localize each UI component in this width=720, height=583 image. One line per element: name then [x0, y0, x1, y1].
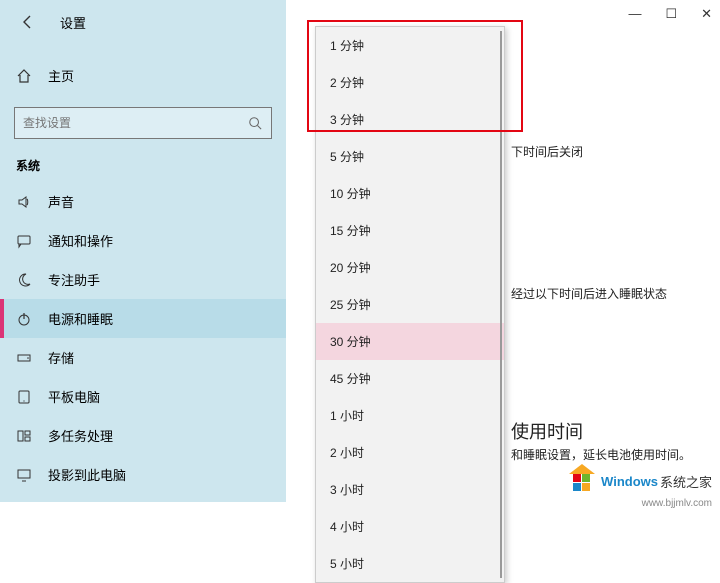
dropdown-option[interactable]: 45 分钟	[316, 360, 504, 397]
sidebar-item-projecting[interactable]: 投影到此电脑	[0, 455, 286, 494]
sidebar-item-label: 存储	[48, 348, 74, 367]
sidebar-item-storage[interactable]: 存储	[0, 338, 286, 377]
dropdown-option-selected[interactable]: 30 分钟	[316, 323, 504, 360]
sidebar-item-label: 平板电脑	[48, 387, 100, 406]
search-box[interactable]	[14, 107, 272, 139]
sidebar-item-tablet[interactable]: 平板电脑	[0, 377, 286, 416]
dropdown-option[interactable]: 3 小时	[316, 471, 504, 508]
sidebar-item-notifications[interactable]: 通知和操作	[0, 221, 286, 260]
sidebar-item-label: 电源和睡眠	[48, 309, 113, 328]
chat-icon	[16, 233, 34, 249]
sidebar-item-label: 专注助手	[48, 270, 100, 289]
dropdown-option[interactable]: 25 分钟	[316, 286, 504, 323]
dropdown-option[interactable]: 4 小时	[316, 508, 504, 545]
dropdown-option[interactable]: 20 分钟	[316, 249, 504, 286]
sidebar-item-sound[interactable]: 声音	[0, 182, 286, 221]
sidebar-item-label: 通知和操作	[48, 231, 113, 250]
usage-heading: 使用时间	[511, 418, 583, 444]
home-icon	[16, 68, 34, 84]
windows-logo-icon	[567, 466, 597, 496]
power-icon	[16, 311, 34, 327]
multitask-icon	[16, 428, 34, 444]
dropdown-option[interactable]: 5 分钟	[316, 138, 504, 175]
watermark: Windows 系统之家 www.bjjmlv.com	[567, 466, 712, 496]
storage-icon	[16, 350, 34, 366]
watermark-suffix: 系统之家	[660, 472, 712, 491]
tablet-icon	[16, 389, 34, 405]
sidebar-item-power[interactable]: 电源和睡眠	[0, 299, 286, 338]
header-bar: 设置	[0, 0, 286, 42]
dropdown-option[interactable]: 3 分钟	[316, 101, 504, 138]
time-dropdown[interactable]: 1 分钟 2 分钟 3 分钟 5 分钟 10 分钟 15 分钟 20 分钟 25…	[315, 26, 505, 583]
dropdown-option[interactable]: 5 小时	[316, 545, 504, 582]
sleep-text: 经过以下时间后进入睡眠状态	[511, 285, 667, 302]
settings-title: 设置	[60, 13, 86, 32]
dropdown-option[interactable]: 15 分钟	[316, 212, 504, 249]
dropdown-option[interactable]: 2 分钟	[316, 64, 504, 101]
sidebar-item-focus[interactable]: 专注助手	[0, 260, 286, 299]
sidebar-item-label: 声音	[48, 192, 74, 211]
scrollbar[interactable]	[500, 31, 502, 578]
minimize-button[interactable]: —	[628, 6, 641, 22]
search-input[interactable]	[23, 116, 247, 130]
search-icon	[247, 116, 263, 130]
close-button[interactable]: ✕	[701, 6, 712, 22]
home-link[interactable]: 主页	[0, 56, 286, 95]
project-icon	[16, 467, 34, 483]
sidebar-item-label: 投影到此电脑	[48, 465, 126, 484]
dropdown-option[interactable]: 1 分钟	[316, 27, 504, 64]
sidebar: 设置 主页 系统 声音 通知和操作 专注助手 电源和睡眠 存储 平板电脑	[0, 0, 286, 502]
back-button[interactable]	[16, 10, 40, 34]
screen-off-text: 下时间后关闭	[511, 143, 583, 160]
sound-icon	[16, 194, 34, 210]
arrow-left-icon	[20, 14, 36, 30]
home-label: 主页	[48, 66, 74, 85]
maximize-button[interactable]: ☐	[665, 6, 677, 22]
watermark-brand: Windows	[601, 474, 658, 489]
section-label: 系统	[0, 139, 286, 182]
sidebar-item-label: 多任务处理	[48, 426, 113, 445]
watermark-url: www.bjjmlv.com	[642, 498, 712, 509]
usage-desc: 和睡眠设置，延长电池使用时间。	[511, 446, 691, 463]
window-controls: — ☐ ✕	[628, 6, 712, 22]
dropdown-option[interactable]: 2 小时	[316, 434, 504, 471]
dropdown-option[interactable]: 10 分钟	[316, 175, 504, 212]
sidebar-item-multitask[interactable]: 多任务处理	[0, 416, 286, 455]
dropdown-option[interactable]: 1 小时	[316, 397, 504, 434]
moon-icon	[16, 272, 34, 288]
